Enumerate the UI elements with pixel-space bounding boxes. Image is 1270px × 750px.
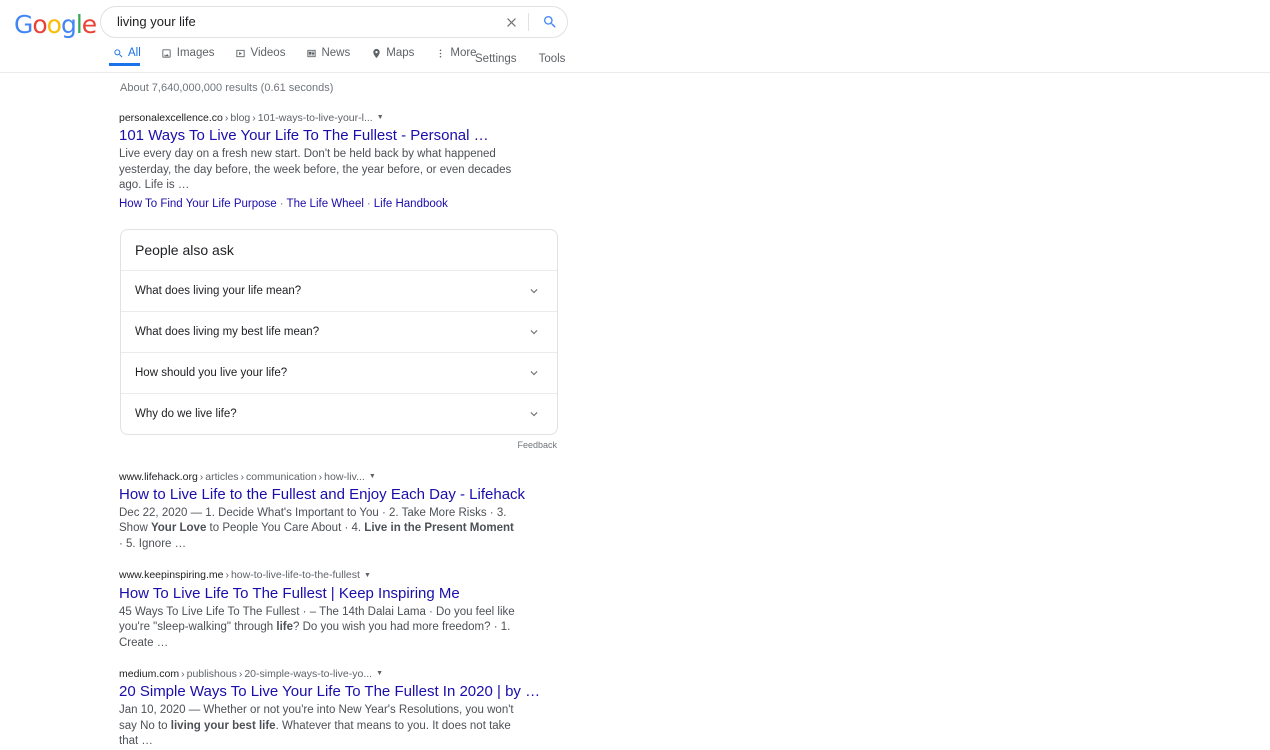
video-icon [235, 47, 247, 59]
google-logo[interactable]: Google [14, 10, 97, 39]
logo-letter-g1: G [14, 10, 33, 39]
sitelink[interactable]: How To Find Your Life Purpose [119, 198, 277, 210]
result-title-link[interactable]: 20 Simple Ways To Live Your Life To The … [119, 682, 549, 701]
tab-maps[interactable]: Maps [370, 47, 426, 66]
logo-letter-g2: g [60, 10, 77, 39]
tools-button[interactable]: Tools [539, 53, 566, 65]
result-path-segment: publishous [186, 668, 237, 681]
result-path-segment: how-to-live-life-to-the-fullest [230, 569, 360, 582]
result-domain: personalexcellence.co [119, 112, 223, 124]
search-result: personalexcellence.co › blog › 101-ways-to-l… [119, 111, 549, 213]
tab-videos[interactable]: Videos [235, 47, 298, 66]
news-icon [305, 47, 317, 59]
tab-all[interactable]: All [109, 47, 153, 66]
logo-letter-o2: o [46, 10, 62, 39]
breadcrumb-separator: › [252, 112, 256, 124]
search-icon [112, 47, 124, 59]
breadcrumb-separator: › [181, 668, 185, 681]
search-result: www.keepinspiring.me › how-to-live-life-to… [119, 568, 549, 651]
paa-question-label: What does living your life mean? [135, 284, 302, 297]
image-icon [161, 47, 173, 59]
result-breadcrumb: personalexcellence.co › blog › 101-ways-to-l… [119, 111, 549, 125]
chevron-down-icon[interactable] [527, 325, 541, 339]
chevron-down-icon[interactable] [527, 366, 541, 380]
tab-more-label: More [450, 47, 477, 59]
tab-news[interactable]: News [305, 47, 362, 66]
search-tools-group: Settings Tools [475, 53, 565, 65]
people-also-ask-heading: People also ask [121, 230, 557, 271]
logo-letter-e: e [81, 10, 97, 39]
tab-videos-label: Videos [250, 47, 286, 59]
clear-search-button[interactable] [498, 9, 524, 35]
feedback-link[interactable]: Feedback [120, 440, 558, 450]
chevron-down-icon[interactable]: ▼ [376, 667, 383, 681]
result-title-link[interactable]: 101 Ways To Live Your Life To The Fulles… [119, 126, 549, 145]
chevron-down-icon[interactable] [527, 407, 541, 421]
result-domain: www.lifehack.org [119, 470, 198, 483]
search-input[interactable] [101, 8, 498, 36]
people-also-ask-box: People also ask What does living your li… [120, 228, 558, 435]
result-domain: medium.com [119, 668, 180, 681]
search-submit-button[interactable] [533, 8, 567, 36]
result-stats: About 7,640,000,000 results (0.61 second… [120, 82, 334, 94]
sitelink[interactable]: The Life Wheel [287, 198, 364, 210]
breadcrumb-separator: › [240, 470, 245, 483]
chevron-down-icon[interactable]: ▼ [369, 470, 376, 484]
result-snippet: 45 Ways To Live Life To The Fullest · – … [119, 605, 515, 649]
chevron-down-icon[interactable]: ▼ [377, 111, 384, 125]
tab-news-label: News [321, 47, 351, 59]
result-breadcrumb: www.lifehack.org › articles › communication ›… [119, 470, 549, 484]
more-vertical-icon [434, 47, 446, 59]
result-title-link[interactable]: How To Live Life To The Fullest | Keep I… [119, 584, 549, 603]
result-path-segment: blog [230, 112, 251, 124]
result-path-segment: communication [246, 470, 317, 483]
result-breadcrumb: www.keepinspiring.me › how-to-live-life-to… [119, 568, 549, 582]
result-path-segment: 101-ways-to-live-your-l... [257, 112, 373, 124]
sitelink-separator: · [366, 197, 371, 210]
tab-images-label: Images [176, 47, 215, 59]
tab-images[interactable]: Images [161, 47, 227, 66]
logo-letter-o1: o [32, 10, 47, 39]
breadcrumb-separator: › [238, 668, 243, 681]
search-bar[interactable] [100, 6, 568, 38]
result-sitelinks: How To Find Your Life Purpose · The Life W… [119, 196, 549, 213]
search-result: medium.com › publishous › 20-simple-ways-to-… [119, 667, 549, 750]
paa-question-row[interactable]: What does living my best life mean? [121, 312, 557, 353]
tab-all-label: All [128, 47, 141, 59]
people-also-ask-section: People also ask What does living your li… [120, 228, 558, 450]
result-domain: www.keepinspiring.me [119, 569, 224, 582]
close-icon [506, 17, 516, 27]
paa-question-label: How should you live your life? [135, 366, 288, 379]
result-snippet: Dec 22, 2020 — 1. Decide What's Importan… [119, 506, 514, 550]
search-divider [528, 13, 529, 31]
search-result: www.lifehack.org › articles › communication ›… [119, 470, 549, 553]
search-icon [544, 16, 556, 28]
result-breadcrumb: medium.com › publishous › 20-simple-ways-to-… [119, 667, 549, 681]
result-snippet: Jan 10, 2020 — Whether or not you're int… [119, 704, 514, 748]
search-header: Google All Images [0, 0, 1270, 73]
result-path-segment: how-liv... [324, 470, 365, 483]
map-pin-icon [370, 47, 382, 59]
paa-question-row[interactable]: Why do we live life? [121, 394, 557, 434]
settings-button[interactable]: Settings [475, 53, 517, 65]
paa-question-label: What does living my best life mean? [135, 325, 320, 338]
sitelink-separator: · [279, 197, 284, 210]
chevron-down-icon[interactable]: ▼ [364, 569, 371, 583]
paa-question-row[interactable]: What does living your life mean? [121, 271, 557, 312]
result-title-link[interactable]: How to Live Life to the Fullest and Enjo… [119, 485, 549, 504]
chevron-down-icon[interactable] [527, 284, 541, 298]
tab-maps-label: Maps [386, 47, 415, 59]
result-snippet: Live every day on a fresh new start. Don… [119, 148, 512, 192]
paa-question-row[interactable]: How should you live your life? [121, 353, 557, 394]
search-results-container: About 7,640,000,000 results (0.61 second… [0, 73, 1270, 750]
result-path-segment: 20-simple-ways-to-live-yo... [244, 668, 373, 681]
breadcrumb-separator: › [225, 569, 229, 582]
search-tabs: All Images Videos News Maps More [109, 47, 497, 66]
result-path-segment: articles [205, 470, 239, 483]
sitelink[interactable]: Life Handbook [374, 198, 448, 210]
paa-question-label: Why do we live life? [135, 407, 237, 420]
